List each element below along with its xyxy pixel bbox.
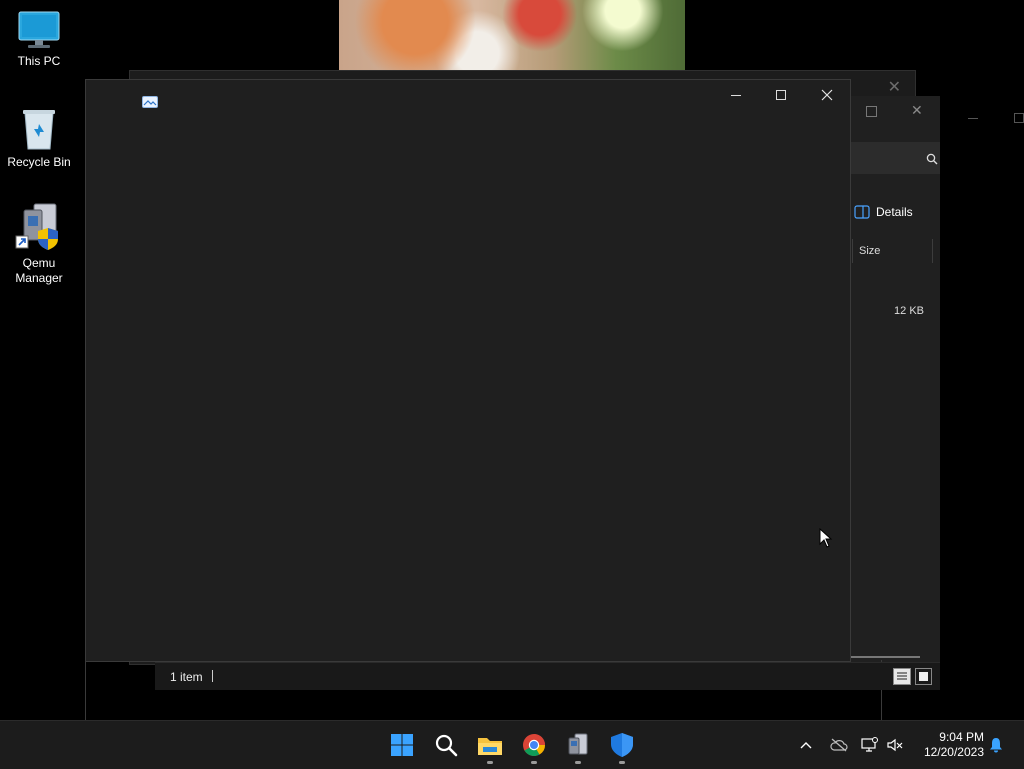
chrome-icon xyxy=(523,734,545,756)
wallpaper-thumbnail xyxy=(339,0,685,71)
minimize-icon xyxy=(731,94,741,96)
maximize-icon xyxy=(776,90,786,100)
desktop-icon-label: Qemu Manager xyxy=(15,256,63,285)
taskbar: 9:04 PM 12/20/2023 xyxy=(0,720,1024,769)
desktop-icon-label: Recycle Bin xyxy=(7,155,71,169)
details-pane-button[interactable]: Details xyxy=(854,202,913,222)
network-icon xyxy=(861,737,878,752)
start-button[interactable] xyxy=(384,727,420,763)
running-indicator xyxy=(619,761,625,764)
search-box[interactable] xyxy=(850,142,940,174)
taskbar-qemu-manager[interactable] xyxy=(560,727,596,764)
taskbar-windows-security[interactable] xyxy=(604,727,640,764)
maximize-icon[interactable] xyxy=(866,106,877,117)
notifications-button[interactable] xyxy=(986,721,1006,769)
security-icon xyxy=(611,733,633,757)
clock[interactable]: 9:04 PM 12/20/2023 xyxy=(914,721,984,769)
monitor-icon xyxy=(18,11,60,48)
clock-time: 9:04 PM xyxy=(939,730,984,744)
mouse-pointer-icon xyxy=(819,528,833,548)
chevron-up-icon xyxy=(800,742,812,749)
recycle-bin-icon xyxy=(23,110,55,150)
details-pane-icon xyxy=(854,205,870,219)
running-indicator xyxy=(575,761,581,764)
background-window-far[interactable] xyxy=(940,102,1024,132)
minimize-button[interactable] xyxy=(713,80,759,110)
image-viewer-window[interactable] xyxy=(85,79,851,662)
maximize-icon[interactable] xyxy=(1014,113,1024,123)
desktop-icon-this-pc[interactable]: This PC xyxy=(1,10,77,69)
running-indicator xyxy=(487,761,493,764)
cloud-offline-icon xyxy=(830,738,848,752)
status-bar: 1 item xyxy=(155,662,940,690)
close-icon xyxy=(821,89,833,101)
close-icon[interactable]: ✕ xyxy=(888,77,901,97)
volume-tray-button[interactable] xyxy=(884,721,906,769)
search-icon xyxy=(926,153,938,165)
qemu-manager-icon xyxy=(568,733,588,755)
qemu-manager-icon xyxy=(15,203,58,250)
desktop-icon-qemu-manager[interactable]: Qemu Manager xyxy=(1,202,77,286)
show-hidden-icons-button[interactable] xyxy=(796,721,816,769)
file-explorer-window[interactable]: ✕ Details Size 12 KB xyxy=(850,96,940,688)
search-icon xyxy=(435,734,458,757)
column-header-size[interactable]: Size xyxy=(852,239,933,263)
desktop-icon-label: This PC xyxy=(17,54,61,68)
file-explorer-icon xyxy=(478,738,502,755)
item-count: 1 item xyxy=(170,670,203,684)
status-separator xyxy=(212,670,213,682)
image-app-icon xyxy=(142,96,158,108)
bell-icon xyxy=(990,738,1002,753)
horizontal-scrollbar[interactable] xyxy=(850,656,920,658)
large-icons-view-icon[interactable] xyxy=(915,668,932,685)
file-size-value: 12 KB xyxy=(894,305,924,317)
network-tray-button[interactable] xyxy=(858,721,880,769)
volume-muted-icon xyxy=(887,738,903,752)
running-indicator xyxy=(531,761,537,764)
desktop-icon-recycle-bin[interactable]: Recycle Bin xyxy=(1,107,77,170)
taskbar-chrome[interactable] xyxy=(516,727,552,764)
start-icon xyxy=(391,734,413,756)
clock-date: 12/20/2023 xyxy=(923,745,984,759)
taskbar-file-explorer[interactable] xyxy=(472,727,508,764)
details-view-icon[interactable] xyxy=(893,668,911,685)
minimize-icon[interactable] xyxy=(968,118,978,119)
close-icon[interactable]: ✕ xyxy=(911,102,923,119)
taskbar-search-button[interactable] xyxy=(428,727,464,763)
close-button[interactable] xyxy=(804,80,850,110)
maximize-button[interactable] xyxy=(758,80,804,110)
column-header-label: Size xyxy=(859,245,881,257)
details-label: Details xyxy=(876,205,913,219)
onedrive-tray-button[interactable] xyxy=(828,721,850,769)
